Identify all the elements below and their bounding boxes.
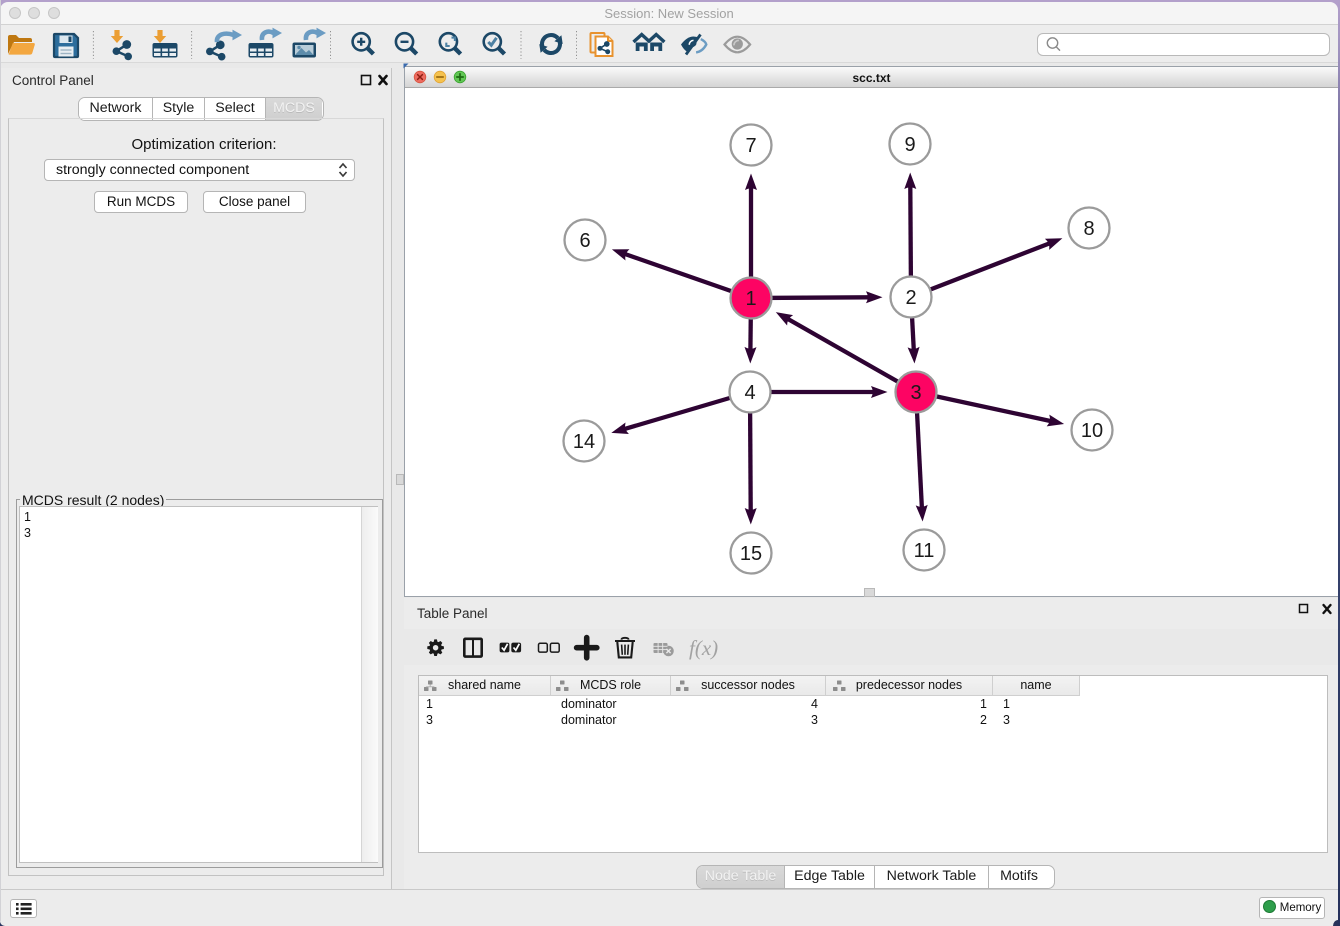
svg-text:6: 6 bbox=[579, 230, 590, 252]
svg-text:4: 4 bbox=[744, 382, 755, 404]
svg-text:f(x): f(x) bbox=[689, 636, 718, 660]
svg-text:9: 9 bbox=[904, 134, 915, 156]
svg-text:1: 1 bbox=[745, 288, 756, 310]
svg-text:2: 2 bbox=[905, 287, 916, 309]
svg-text:11: 11 bbox=[914, 540, 935, 562]
svg-text:7: 7 bbox=[745, 135, 756, 157]
svg-text:3: 3 bbox=[910, 382, 921, 404]
svg-text:10: 10 bbox=[1081, 420, 1103, 442]
svg-text:14: 14 bbox=[573, 431, 595, 453]
svg-text:15: 15 bbox=[740, 543, 762, 565]
svg-text:8: 8 bbox=[1083, 218, 1094, 240]
